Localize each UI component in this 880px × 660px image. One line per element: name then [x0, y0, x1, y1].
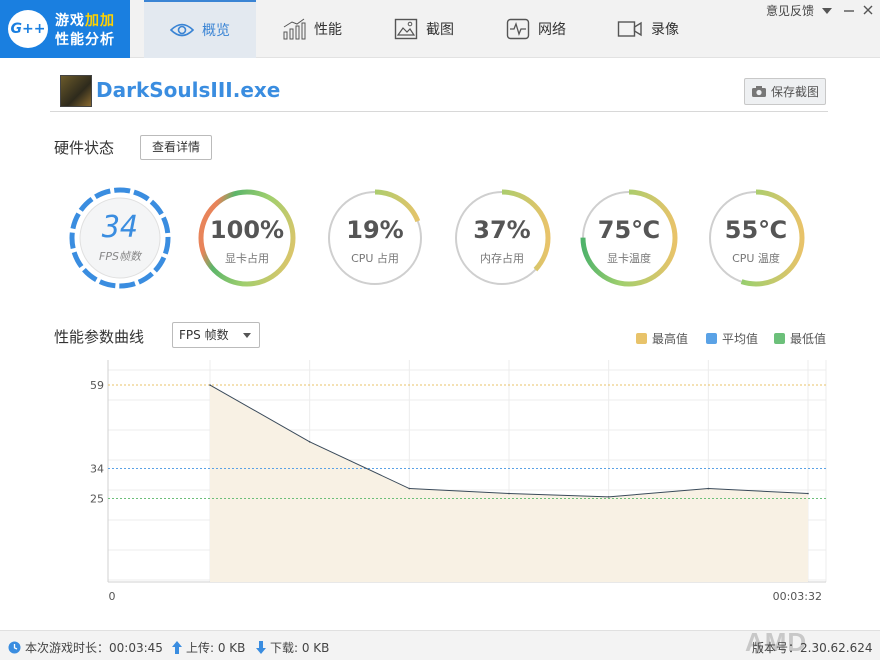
gpu-usage-label: 显卡占用 [225, 252, 269, 265]
camera-icon [751, 86, 766, 97]
download-text: 下载: 0 KB [270, 641, 330, 655]
logo-title-b: 加加 [85, 13, 115, 29]
memory-usage-gauge: 37% 内存占用 [450, 186, 554, 290]
cpu-temp-value: 55℃ [724, 216, 788, 244]
cpu-usage-label: CPU 占用 [351, 252, 399, 265]
cpu-usage-value: 19% [346, 216, 404, 244]
fps-point [508, 492, 510, 495]
legend-max: 最高值 [636, 330, 688, 347]
tab-overview[interactable]: 概览 [144, 0, 256, 58]
eye-icon [170, 23, 194, 37]
legend-avg-label: 平均值 [722, 332, 759, 346]
fps-point [707, 487, 710, 490]
fps-point [308, 440, 311, 443]
x-start-label: 0 [109, 590, 116, 603]
save-screenshot-label: 保存截图 [770, 85, 819, 99]
tab-network-label: 网络 [538, 22, 566, 38]
minimize-icon[interactable] [843, 6, 855, 16]
tab-recording-label: 录像 [651, 22, 679, 38]
tab-performance[interactable]: 性能 [256, 0, 368, 58]
fps-value: 34 [101, 210, 139, 245]
metric-select-value: FPS 帧数 [179, 328, 229, 342]
close-icon[interactable] [863, 5, 873, 15]
main-nav: 概览 性能 截图 网络 录像 [144, 0, 704, 58]
process-header: DarkSoulsIII.exe 保存截图 [50, 72, 828, 112]
logo-badge: G++ [8, 10, 48, 48]
y-tick-label: 59 [90, 379, 104, 392]
legend-avg-swatch [706, 333, 717, 344]
legend-min: 最低值 [774, 330, 826, 347]
fps-gauge: 34 FPS帧数 [68, 186, 172, 290]
version-text: 版本号：2.30.62.624 [752, 641, 873, 655]
clock-icon [8, 641, 21, 654]
performance-curve-title: 性能参数曲线 [54, 328, 145, 346]
game-icon [60, 75, 92, 107]
tab-overview-label: 概览 [202, 23, 230, 39]
legend-max-swatch [636, 333, 647, 344]
fps-point [408, 487, 411, 490]
gpu-temp-label: 显卡温度 [607, 252, 651, 265]
tab-performance-label: 性能 [314, 22, 342, 38]
feedback-label: 意见反馈 [766, 4, 815, 18]
view-details-button[interactable]: 查看详情 [140, 135, 212, 160]
legend-min-label: 最低值 [790, 332, 827, 346]
play-duration: 本次游戏时长：00:03:45 [8, 639, 163, 656]
bar-chart-icon [283, 18, 306, 40]
process-name: DarkSoulsIII.exe [96, 78, 281, 102]
gpu-usage-gauge: 100% 显卡占用 [195, 186, 299, 290]
tab-network[interactable]: 网络 [480, 0, 592, 58]
tab-screenshot-label: 截图 [426, 22, 454, 38]
tab-screenshot[interactable]: 截图 [368, 0, 480, 58]
image-icon [394, 18, 418, 40]
cpu-usage-gauge: 19% CPU 占用 [323, 186, 427, 290]
gpu-temp-gauge: 75℃ 显卡温度 [577, 186, 681, 290]
hardware-status-title: 硬件状态 [54, 139, 115, 157]
gpu-temp-value: 75℃ [597, 216, 661, 244]
chevron-down-icon [243, 333, 251, 338]
save-screenshot-button[interactable]: 保存截图 [743, 78, 826, 105]
metric-select[interactable]: FPS 帧数 [172, 322, 260, 348]
legend-min-swatch [774, 333, 785, 344]
cpu-temp-label: CPU 温度 [732, 252, 780, 265]
logo-title-a: 游戏 [55, 13, 85, 29]
legend-avg: 平均值 [706, 330, 758, 347]
feedback-menu[interactable]: 意见反馈 [766, 2, 833, 19]
memory-usage-label: 内存占用 [480, 252, 524, 265]
x-end-label: 00:03:32 [773, 590, 822, 603]
tab-recording[interactable]: 录像 [592, 0, 704, 58]
heartbeat-icon [506, 18, 530, 40]
chevron-down-icon [822, 7, 833, 14]
play-duration-text: 本次游戏时长：00:03:45 [25, 641, 163, 655]
top-bar: G++ 游戏加加 性能分析 概览 性能 截图 网络 录像 意见反馈 [0, 0, 880, 58]
download-stat: 下载: 0 KB [256, 639, 329, 656]
video-camera-icon [617, 21, 642, 37]
logo-subtitle: 性能分析 [55, 32, 115, 48]
legend-max-label: 最高值 [652, 332, 689, 346]
fps-point [607, 496, 610, 498]
upload-stat: 上传: 0 KB [172, 639, 245, 656]
app-logo: G++ 游戏加加 性能分析 [0, 0, 130, 58]
status-bar: 本次游戏时长：00:03:45 上传: 0 KB 下载: 0 KB AMD 版本… [0, 627, 880, 660]
y-tick-label: 25 [90, 493, 104, 506]
upload-text: 上传: 0 KB [186, 641, 246, 655]
upload-arrow-icon [172, 641, 182, 654]
gpu-usage-value: 100% [209, 216, 285, 244]
download-arrow-icon [256, 641, 266, 654]
fps-chart: 59 34 25 0 00:03:32 [90, 360, 827, 603]
logo-title: 游戏加加 [55, 10, 115, 30]
memory-usage-value: 37% [473, 216, 531, 244]
y-tick-label: 34 [90, 462, 104, 475]
fps-point [807, 492, 809, 495]
fps-label: FPS帧数 [99, 250, 141, 263]
fps-point [209, 384, 211, 386]
cpu-temp-gauge: 55℃ CPU 温度 [704, 186, 808, 290]
